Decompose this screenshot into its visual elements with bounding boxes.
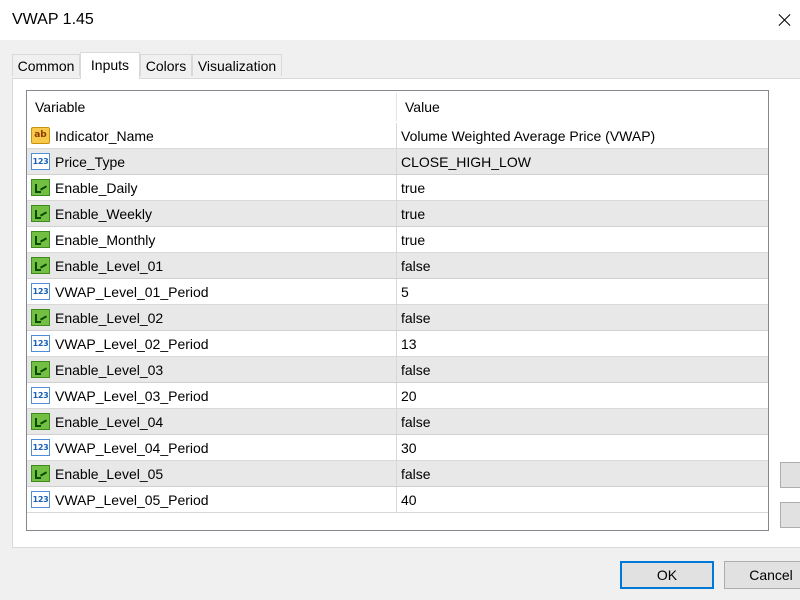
- cell-divider: [396, 383, 397, 409]
- variable-name: Enable_Monthly: [55, 232, 156, 248]
- variable-value[interactable]: 13: [401, 331, 417, 357]
- variable-value[interactable]: CLOSE_HIGH_LOW: [401, 149, 531, 175]
- numeric-type-icon: 123: [31, 387, 50, 404]
- cell-divider: [396, 357, 397, 383]
- table-row[interactable]: Enable_Level_02 false: [27, 305, 768, 331]
- row-divider: [27, 512, 768, 513]
- cell-divider: [396, 123, 397, 149]
- variable-value[interactable]: true: [401, 201, 425, 227]
- window-title: VWAP 1.45: [12, 11, 94, 28]
- tab-common[interactable]: Common: [12, 54, 80, 76]
- variable-name: VWAP_Level_03_Period: [55, 388, 209, 404]
- title-bar: VWAP 1.45: [0, 0, 800, 40]
- close-icon[interactable]: [770, 6, 800, 34]
- column-header-variable[interactable]: Variable: [27, 91, 396, 123]
- numeric-type-icon: 123: [31, 153, 50, 170]
- variable-name: VWAP_Level_01_Period: [55, 284, 209, 300]
- cell-divider: [396, 201, 397, 227]
- numeric-type-icon: 123: [31, 439, 50, 456]
- numeric-type-icon: 123: [31, 335, 50, 352]
- table-row[interactable]: ab Indicator_Name Volume Weighted Average …: [27, 123, 768, 149]
- ok-button[interactable]: OK: [620, 561, 714, 589]
- variable-name: VWAP_Level_02_Period: [55, 336, 209, 352]
- variable-name: Indicator_Name: [55, 128, 154, 144]
- variable-value[interactable]: false: [401, 357, 431, 383]
- boolean-type-icon: [31, 361, 50, 378]
- boolean-type-icon: [31, 309, 50, 326]
- boolean-type-icon: [31, 205, 50, 222]
- table-row[interactable]: 123 VWAP_Level_04_Period 30: [27, 435, 768, 461]
- boolean-type-icon: [31, 257, 50, 274]
- variable-name: Enable_Level_04: [55, 414, 164, 430]
- table-row[interactable]: Enable_Level_01 false: [27, 253, 768, 279]
- variable-value[interactable]: 30: [401, 435, 417, 461]
- numeric-type-icon: 123: [31, 491, 50, 508]
- boolean-type-icon: [31, 465, 50, 482]
- grid-header: Variable Value: [27, 91, 768, 123]
- cell-divider: [396, 149, 397, 175]
- boolean-type-icon: [31, 413, 50, 430]
- table-row[interactable]: Enable_Level_04 false: [27, 409, 768, 435]
- table-row[interactable]: 123 VWAP_Level_01_Period 5: [27, 279, 768, 305]
- table-row[interactable]: Enable_Daily true: [27, 175, 768, 201]
- cell-divider: [396, 253, 397, 279]
- variable-name: Enable_Level_02: [55, 310, 164, 326]
- variable-value[interactable]: 40: [401, 487, 417, 513]
- variable-value[interactable]: true: [401, 175, 425, 201]
- variable-value[interactable]: true: [401, 227, 425, 253]
- variable-name: VWAP_Level_05_Period: [55, 492, 209, 508]
- cell-divider: [396, 305, 397, 331]
- cell-divider: [396, 461, 397, 487]
- variable-value[interactable]: false: [401, 461, 431, 487]
- string-type-icon: ab: [31, 127, 50, 144]
- table-row[interactable]: 123 Price_Type CLOSE_HIGH_LOW: [27, 149, 768, 175]
- variable-value[interactable]: Volume Weighted Average Price (VWAP): [401, 123, 655, 149]
- cell-divider: [396, 227, 397, 253]
- column-header-value[interactable]: Value: [397, 91, 768, 123]
- tab-inputs[interactable]: Inputs: [80, 52, 140, 79]
- variable-name: Price_Type: [55, 154, 126, 170]
- table-row[interactable]: Enable_Monthly true: [27, 227, 768, 253]
- variable-name: Enable_Daily: [55, 180, 138, 196]
- variable-name: VWAP_Level_04_Period: [55, 440, 209, 456]
- cell-divider: [396, 487, 397, 513]
- inputs-grid: Variable Value ab Indicator_Name Volume We…: [26, 90, 769, 531]
- table-row[interactable]: Enable_Weekly true: [27, 201, 768, 227]
- table-row[interactable]: Enable_Level_05 false: [27, 461, 768, 487]
- boolean-type-icon: [31, 231, 50, 248]
- variable-name: Enable_Level_05: [55, 466, 164, 482]
- side-button-upper[interactable]: [780, 462, 800, 488]
- numeric-type-icon: 123: [31, 283, 50, 300]
- cancel-button[interactable]: Cancel: [724, 561, 800, 589]
- table-row[interactable]: 123 VWAP_Level_05_Period 40: [27, 487, 768, 513]
- variable-name: Enable_Level_03: [55, 362, 164, 378]
- variable-value[interactable]: 5: [401, 279, 409, 305]
- variable-value[interactable]: false: [401, 409, 431, 435]
- variable-value[interactable]: 20: [401, 383, 417, 409]
- cell-divider: [396, 279, 397, 305]
- tab-visualization[interactable]: Visualization: [192, 54, 282, 76]
- cell-divider: [396, 409, 397, 435]
- table-row[interactable]: Enable_Level_03 false: [27, 357, 768, 383]
- cell-divider: [396, 435, 397, 461]
- variable-name: Enable_Weekly: [55, 206, 153, 222]
- table-row[interactable]: 123 VWAP_Level_02_Period 13: [27, 331, 768, 357]
- tab-colors[interactable]: Colors: [140, 54, 192, 76]
- variable-value[interactable]: false: [401, 253, 431, 279]
- variable-name: Enable_Level_01: [55, 258, 164, 274]
- table-row[interactable]: 123 VWAP_Level_03_Period 20: [27, 383, 768, 409]
- cell-divider: [396, 331, 397, 357]
- side-button-lower[interactable]: [780, 502, 800, 528]
- cell-divider: [396, 175, 397, 201]
- variable-value[interactable]: false: [401, 305, 431, 331]
- boolean-type-icon: [31, 179, 50, 196]
